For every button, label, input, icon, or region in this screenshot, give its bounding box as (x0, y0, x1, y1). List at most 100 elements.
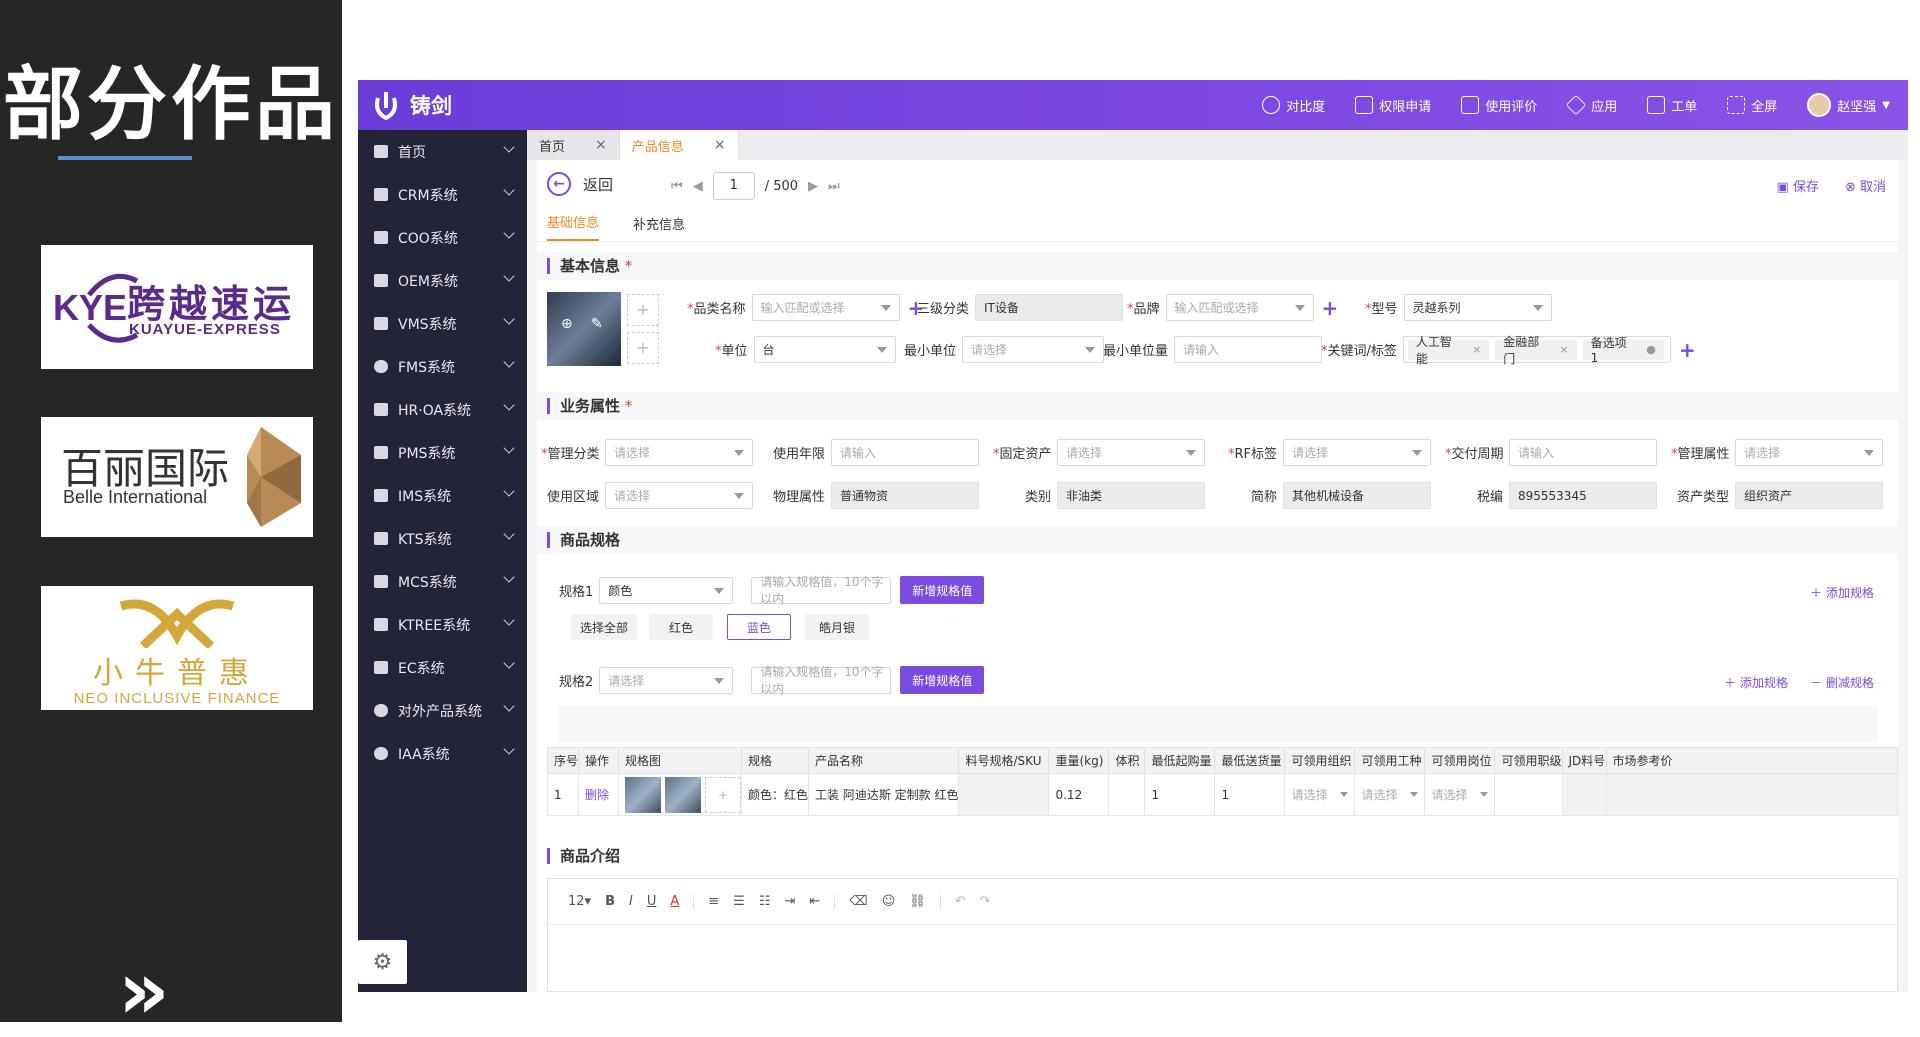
delivery-cycle-input[interactable]: 请输入 (1509, 439, 1657, 466)
sidebar-item-ims[interactable]: IMS系统 (358, 474, 527, 517)
sidebar-item-ec[interactable]: EC系统 (358, 646, 527, 689)
sidebar-item-oem[interactable]: OEM系统 (358, 259, 527, 302)
category-name-select[interactable]: 输入匹配或选择 (751, 294, 900, 321)
spec2-value-input[interactable]: 请输入规格值，10个字以内 (751, 665, 892, 696)
col-header[interactable]: 重量(kg) (1048, 747, 1110, 774)
close-icon[interactable]: × (714, 137, 726, 153)
sidebar-item-coo[interactable]: COO系统 (358, 216, 527, 259)
chip-moon-silver[interactable]: 皓月银 (805, 614, 869, 640)
fixed-asset-select[interactable]: 请选择 (1057, 439, 1205, 466)
align-icon[interactable]: ≡ (708, 894, 719, 909)
edit-icon[interactable]: ✎ (591, 316, 603, 332)
settings-gear-icon[interactable]: ⚙ (358, 940, 407, 984)
spec1-value-input[interactable]: 请输入规格值，10个字以内 (751, 575, 892, 606)
indent-icon[interactable]: ⇥ (784, 894, 795, 909)
add-spec-value-button[interactable]: 新增规格值 (900, 576, 985, 604)
tab-extra-info[interactable]: 补充信息 (633, 214, 685, 241)
prev-page-icon[interactable]: ◀ (693, 179, 703, 194)
font-color-icon[interactable]: A (670, 894, 679, 909)
next-page-icon[interactable]: ▶ (808, 179, 818, 194)
first-page-icon[interactable]: ⏮ (671, 179, 683, 194)
spec1-select[interactable]: 颜色 (599, 576, 734, 604)
redo-icon[interactable]: ↷ (980, 894, 991, 909)
last-page-icon[interactable]: ⏭ (828, 179, 840, 194)
add-icon[interactable]: + (1322, 296, 1339, 320)
product-image[interactable]: ⊕ ✎ (547, 292, 621, 366)
back-arrow-icon[interactable]: ← (547, 172, 571, 196)
add-spec-link[interactable]: ＋添加规格 (1810, 584, 1874, 601)
sidebar-item-mcs[interactable]: MCS系统 (358, 560, 527, 603)
sidebar-item-iaa[interactable]: IAA系统 (358, 732, 527, 775)
clear-format-icon[interactable]: ⌫ (849, 894, 867, 909)
cell-sku[interactable] (958, 773, 1050, 816)
sidebar-item-vms[interactable]: VMS系统 (358, 302, 527, 345)
mgmt-category-select[interactable]: 请选择 (605, 439, 753, 466)
rf-tag-select[interactable]: 请选择 (1283, 439, 1431, 466)
tab-product-info[interactable]: 产品信息 × (619, 130, 739, 160)
delete-link[interactable]: 删除 (578, 773, 620, 816)
cell-min-buy[interactable]: 1 (1144, 773, 1216, 816)
undo-icon[interactable]: ↶ (955, 894, 966, 909)
rich-text-editor[interactable]: 12▾ B I U A ≡ ☰ ☷ ⇥ ⇤ ⌫ ☺ ⛓ ↶ ↷ (547, 878, 1898, 992)
spec2-select[interactable]: 请选择 (599, 666, 734, 694)
topbar-review[interactable]: 使用评价 (1461, 96, 1537, 115)
brand-select[interactable]: 输入匹配或选择 (1165, 294, 1314, 321)
cell-weight[interactable]: 0.12 (1048, 773, 1110, 816)
add-image-icon[interactable]: + (705, 776, 742, 813)
save-button[interactable]: ▣ 保存 (1777, 176, 1819, 195)
add-spec-value-button[interactable]: 新增规格值 (900, 666, 985, 694)
back-button[interactable]: 返回 (583, 174, 613, 195)
topbar-permission[interactable]: 权限申请 (1355, 96, 1431, 115)
spec-image-thumb[interactable] (665, 776, 702, 813)
topbar-apps[interactable]: 应用 (1566, 94, 1617, 116)
sidebar-item-home[interactable]: 首页 (358, 130, 527, 173)
unit-select[interactable]: 台 (753, 336, 896, 363)
col-header[interactable]: 料号规格/SKU (958, 747, 1050, 774)
close-icon[interactable]: × (1472, 343, 1481, 356)
cancel-button[interactable]: ⊗ 取消 (1845, 176, 1886, 195)
add-spec-link[interactable]: ＋添加规格 (1724, 674, 1788, 691)
chip-blue[interactable]: 蓝色 (727, 614, 791, 640)
close-icon[interactable]: ● (1646, 343, 1656, 356)
close-icon[interactable]: × (1559, 343, 1568, 356)
usage-area-select[interactable]: 请选择 (605, 482, 753, 509)
topbar-contrast[interactable]: 对比度 (1262, 96, 1325, 115)
sidebar-item-fms[interactable]: FMS系统 (358, 345, 527, 388)
chip-select-all[interactable]: 选择全部 (571, 614, 637, 640)
ordered-list-icon[interactable]: ☰ (733, 894, 745, 909)
add-image-icon[interactable]: + (627, 294, 659, 326)
col-header[interactable]: 操作 (578, 747, 620, 774)
sidebar-item-crm[interactable]: CRM系统 (358, 173, 527, 216)
cell-rank[interactable] (1494, 773, 1563, 816)
bullet-list-icon[interactable]: ☷ (759, 894, 771, 909)
sidebar-item-hroa[interactable]: HR·OA系统 (358, 388, 527, 431)
spec-image-thumb[interactable] (625, 776, 662, 813)
outdent-icon[interactable]: ⇤ (809, 894, 820, 909)
link-icon[interactable]: ⛓ (909, 894, 926, 909)
next-chevrons-icon[interactable]: » (118, 951, 170, 1031)
bold-icon[interactable]: B (605, 894, 615, 909)
topbar-ticket[interactable]: 工单 (1647, 96, 1697, 115)
topbar-fullscreen[interactable]: 全屏 (1727, 96, 1777, 115)
font-size-select[interactable]: 12▾ (568, 894, 591, 909)
add-image-icon[interactable]: + (627, 332, 659, 364)
italic-icon[interactable]: I (629, 894, 633, 909)
sidebar-item-external[interactable]: 对外产品系统 (358, 689, 527, 732)
sidebar-item-pms[interactable]: PMS系统 (358, 431, 527, 474)
sidebar-item-kts[interactable]: KTS系统 (358, 517, 527, 560)
min-unit-qty-input[interactable]: 请输入 (1174, 336, 1323, 363)
cell-min-ship[interactable]: 1 (1214, 773, 1286, 816)
underline-icon[interactable]: U (647, 894, 657, 909)
mgmt-attribute-select[interactable]: 请选择 (1735, 439, 1883, 466)
cell-org-select[interactable]: 请选择 (1284, 773, 1356, 816)
tab-home[interactable]: 首页 × (527, 130, 620, 160)
remove-spec-link[interactable]: －删减规格 (1810, 674, 1874, 691)
cell-worktype-select[interactable]: 请选择 (1354, 773, 1426, 816)
close-icon[interactable]: × (595, 137, 607, 153)
page-input[interactable]: 1 (712, 172, 755, 200)
model-select[interactable]: 灵越系列 (1403, 294, 1552, 321)
tab-basic-info[interactable]: 基础信息 (547, 212, 600, 241)
emoji-icon[interactable]: ☺ (882, 894, 896, 909)
service-life-input[interactable]: 请输入 (831, 439, 979, 466)
min-unit-select[interactable]: 请选择 (962, 336, 1105, 363)
